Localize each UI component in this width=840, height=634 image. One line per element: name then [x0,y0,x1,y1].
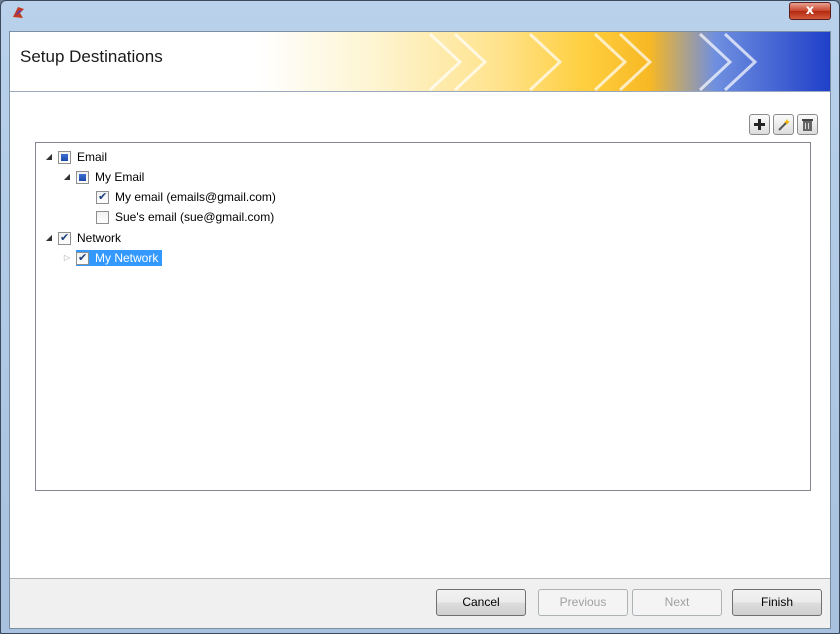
tree-node-label: Sue's email (sue@gmail.com) [115,210,275,224]
cancel-button[interactable]: Cancel [436,589,526,616]
add-destination-button[interactable] [749,114,770,135]
app-logo-icon [13,7,24,18]
destinations-tree[interactable]: ◢ Email ◢ My Email My email (emails@gmai… [35,142,811,491]
sue-email-item-checkbox[interactable] [96,210,109,224]
plus-icon [754,119,765,130]
close-icon: x [805,3,815,18]
tree-node-my-email[interactable]: ◢ My Email [62,168,146,186]
previous-button[interactable]: Previous [538,589,628,616]
my-email-item-checkbox[interactable] [96,190,109,204]
setup-window: x Setup Destinations ◢ Email ◢ My Email … [0,0,840,634]
title-bar[interactable]: x [1,1,839,23]
tree-node-label: My Network [95,251,159,265]
wizard-client-area: Setup Destinations ◢ Email ◢ My Email ✔ … [9,31,831,629]
tree-node-network[interactable]: ◢ Network [44,229,123,247]
tree-node-label: Email [77,150,108,164]
expand-triangle-icon[interactable]: ◢ [44,152,54,162]
page-title: Setup Destinations [20,47,163,66]
network-checkbox[interactable] [58,231,71,245]
selection-highlight: My Network [76,250,163,266]
my-email-checkbox[interactable] [76,170,89,184]
edit-destination-button[interactable] [773,114,794,135]
tree-node-email[interactable]: ◢ Email [44,148,109,166]
delete-destination-button[interactable] [797,114,818,135]
my-network-checkbox[interactable] [76,251,89,265]
expand-triangle-icon[interactable]: ◢ [44,233,54,243]
email-checkbox[interactable] [58,150,71,164]
trash-icon [802,118,813,131]
tree-node-my-network[interactable]: ▷ My Network [62,249,163,267]
wizard-footer: Cancel Previous Next Finish [10,579,830,628]
next-button[interactable]: Next [632,589,722,616]
tree-node-label: My Email [95,170,145,184]
finish-button[interactable]: Finish [732,589,822,616]
tree-node-label: My email (emails@gmail.com) [115,190,276,204]
wand-icon [777,118,790,131]
expand-triangle-icon[interactable]: ◢ [62,172,72,182]
close-button[interactable]: x [789,2,831,20]
wizard-header: Setup Destinations [10,32,830,92]
destinations-toolbar [749,114,818,136]
tree-node-my-email-item[interactable]: My email (emails@gmail.com) [96,188,278,206]
tree-node-sue-email-item[interactable]: Sue's email (sue@gmail.com) [96,208,276,226]
tree-node-label: Network [77,231,122,245]
collapsed-triangle-icon[interactable]: ▷ [62,253,72,263]
